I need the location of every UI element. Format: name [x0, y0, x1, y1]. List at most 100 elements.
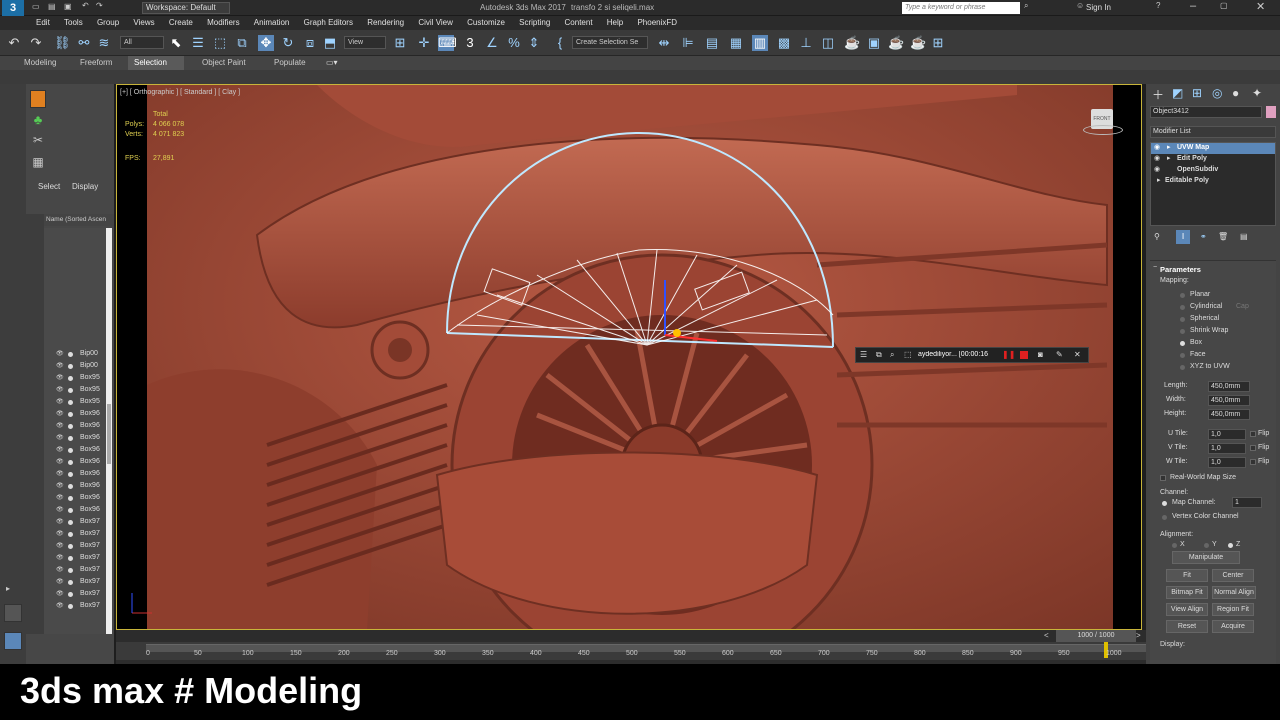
- height-spinner[interactable]: 450,0mm: [1208, 409, 1250, 420]
- render-production-icon[interactable]: ☕: [888, 35, 904, 51]
- visibility-eye-icon[interactable]: 👁: [56, 396, 64, 408]
- visibility-eye-icon[interactable]: 👁: [56, 552, 64, 564]
- percent-snap-icon[interactable]: %: [506, 35, 522, 51]
- vtile-spinner[interactable]: 1,0: [1208, 443, 1246, 454]
- viewport-label[interactable]: [+] [ Orthographic ] [ Standard ] [ Clay…: [120, 89, 240, 96]
- recorder-menu-icon[interactable]: ☰: [860, 350, 867, 359]
- align-z-radio[interactable]: [1228, 543, 1233, 548]
- wtile-spinner[interactable]: 1,0: [1208, 457, 1246, 468]
- freeze-dot-icon[interactable]: [68, 532, 73, 537]
- angle-snap-icon[interactable]: ∠: [484, 35, 500, 51]
- freeze-dot-icon[interactable]: [68, 412, 73, 417]
- new-file-icon[interactable]: ▭: [32, 2, 40, 11]
- vertex-color-radio[interactable]: [1162, 515, 1167, 520]
- fit-button[interactable]: Fit: [1166, 569, 1208, 582]
- menu-tools[interactable]: Tools: [58, 16, 89, 30]
- bitmap-fit-button[interactable]: Bitmap Fit: [1166, 586, 1208, 599]
- search-icon[interactable]: ⌕: [1024, 1, 1028, 11]
- mapping-radio-spherical[interactable]: [1180, 317, 1185, 322]
- freeze-dot-icon[interactable]: [68, 556, 73, 561]
- freeze-dot-icon[interactable]: [68, 472, 73, 477]
- freeze-dot-icon[interactable]: [68, 484, 73, 489]
- map-channel-spinner[interactable]: 1: [1232, 497, 1262, 508]
- freeze-dot-icon[interactable]: [68, 460, 73, 465]
- freeze-dot-icon[interactable]: [68, 448, 73, 453]
- layer-explorer-icon[interactable]: ▤: [704, 35, 720, 51]
- frame-counter[interactable]: 1000 / 1000: [1056, 630, 1136, 642]
- tab-populate[interactable]: Populate: [268, 56, 312, 70]
- extra-tools-icon[interactable]: ⊞: [930, 35, 946, 51]
- align-y-radio[interactable]: [1204, 543, 1209, 548]
- redo-icon[interactable]: ↷: [28, 35, 44, 51]
- menu-customize[interactable]: Customize: [461, 16, 511, 30]
- workspace-dropdown[interactable]: Workspace: Default: [142, 2, 230, 14]
- vtile-flip-checkbox[interactable]: [1250, 445, 1256, 451]
- app-logo-icon[interactable]: 3: [2, 0, 24, 16]
- freeze-dot-icon[interactable]: [68, 352, 73, 357]
- freeze-dot-icon[interactable]: [68, 364, 73, 369]
- list-item[interactable]: 👁 Box96: [26, 408, 114, 420]
- reference-coordinate-dropdown[interactable]: View: [344, 36, 386, 49]
- list-item[interactable]: 👁 Box95: [26, 384, 114, 396]
- scale-icon[interactable]: ⧈: [302, 35, 318, 51]
- menu-civil-view[interactable]: Civil View: [412, 16, 459, 30]
- visibility-eye-icon[interactable]: 👁: [56, 516, 64, 528]
- make-unique-icon[interactable]: ⚭: [1200, 232, 1207, 241]
- visibility-eye-icon[interactable]: 👁: [56, 372, 64, 384]
- list-item[interactable]: 👁 Box96: [26, 468, 114, 480]
- configure-modifier-icon[interactable]: ▤: [1240, 232, 1248, 241]
- visibility-eye-icon[interactable]: 👁: [56, 432, 64, 444]
- scene-tree-icon[interactable]: ♣: [30, 112, 46, 128]
- freeze-dot-icon[interactable]: [68, 496, 73, 501]
- scene-explorer-icon[interactable]: ▦: [728, 35, 744, 51]
- list-item[interactable]: 👁 Box95: [26, 372, 114, 384]
- list-item[interactable]: 👁 Bip00: [26, 348, 114, 360]
- mapping-radio-box[interactable]: [1180, 341, 1185, 346]
- visibility-eye-icon[interactable]: 👁: [56, 420, 64, 432]
- selection-filter-dropdown[interactable]: All: [120, 36, 164, 49]
- menu-scripting[interactable]: Scripting: [513, 16, 556, 30]
- list-item[interactable]: 👁 Box97: [26, 516, 114, 528]
- list-item[interactable]: 👁 Bip00: [26, 360, 114, 372]
- menu-group[interactable]: Group: [91, 16, 125, 30]
- freeze-dot-icon[interactable]: [68, 376, 73, 381]
- list-item[interactable]: 👁 Box96: [26, 432, 114, 444]
- scene-phoenix-icon[interactable]: [30, 90, 46, 108]
- visibility-eye-icon[interactable]: 👁: [56, 456, 64, 468]
- stack-expand-icon[interactable]: ▸: [1157, 176, 1161, 184]
- stack-eye-icon[interactable]: ◉: [1154, 154, 1160, 162]
- open-file-icon[interactable]: ▤: [48, 2, 56, 11]
- menu-views[interactable]: Views: [127, 16, 160, 30]
- length-spinner[interactable]: 450,0mm: [1208, 381, 1250, 392]
- stack-expand-icon[interactable]: ▸: [1167, 143, 1171, 151]
- placement-icon[interactable]: ⬒: [322, 35, 338, 51]
- object-color-swatch[interactable]: [1266, 106, 1276, 118]
- list-item[interactable]: 👁 Box97: [26, 576, 114, 588]
- material-editor-icon[interactable]: ◫: [820, 35, 836, 51]
- display-tab-icon[interactable]: ●: [1232, 86, 1239, 100]
- visibility-eye-icon[interactable]: 👁: [56, 588, 64, 600]
- close-icon[interactable]: ✕: [1256, 0, 1265, 13]
- list-item[interactable]: 👁 Box97: [26, 600, 114, 612]
- keyboard-shortcut-icon[interactable]: ⌨: [438, 35, 457, 51]
- slider-prev-icon[interactable]: <: [1044, 631, 1049, 640]
- recorder-window-icon[interactable]: ⧉: [876, 350, 882, 360]
- freeze-dot-icon[interactable]: [68, 508, 73, 513]
- list-item[interactable]: 👁 Box96: [26, 492, 114, 504]
- undo-icon[interactable]: ↶: [6, 35, 22, 51]
- visibility-eye-icon[interactable]: 👁: [56, 600, 64, 612]
- stack-eye-icon[interactable]: ◉: [1154, 165, 1160, 173]
- create-tab-icon[interactable]: ＋: [1152, 86, 1164, 103]
- tab-modeling[interactable]: Modeling: [18, 56, 62, 70]
- help-icon[interactable]: ?: [1156, 1, 1160, 10]
- stack-item-editable-poly[interactable]: ▸ Editable Poly: [1151, 176, 1275, 187]
- visibility-eye-icon[interactable]: 👁: [56, 480, 64, 492]
- bind-space-warp-icon[interactable]: ≋: [96, 35, 112, 51]
- stack-expand-icon[interactable]: ▸: [1167, 154, 1171, 162]
- list-item[interactable]: 👁 Box95: [26, 396, 114, 408]
- motion-tab-icon[interactable]: ◎: [1212, 86, 1222, 100]
- reset-button[interactable]: Reset: [1166, 620, 1208, 633]
- search-input[interactable]: Type a keyword or phrase: [902, 2, 1020, 14]
- list-item[interactable]: 👁 Box96: [26, 504, 114, 516]
- stack-item-edit-poly[interactable]: ◉ ▸ Edit Poly: [1151, 154, 1275, 165]
